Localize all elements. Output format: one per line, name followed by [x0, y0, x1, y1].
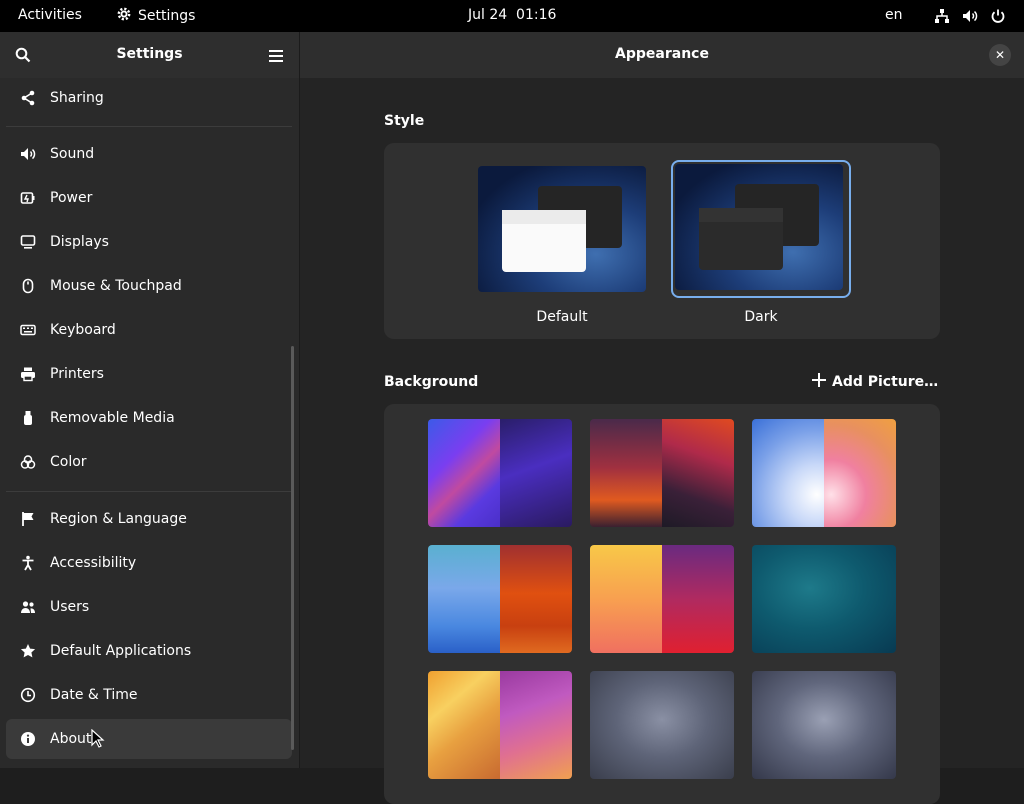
system-tray[interactable] [934, 8, 1006, 24]
close-icon: ✕ [994, 48, 1006, 62]
keyboard-icon [20, 322, 36, 338]
wallpaper-thumbnail[interactable] [590, 671, 734, 779]
add-picture-label: Add Picture… [832, 374, 939, 390]
power-icon [990, 8, 1006, 24]
wallpaper-thumbnail[interactable] [752, 671, 896, 779]
style-option-label: Dark [744, 309, 778, 325]
window-preview [502, 210, 586, 272]
network-icon [934, 8, 950, 24]
style-option-dark[interactable] [675, 164, 843, 290]
mouse-icon [20, 278, 36, 294]
sidebar-header: Settings [0, 32, 299, 78]
background-section-label: Background [384, 374, 479, 390]
window-preview [699, 208, 783, 270]
style-panel [384, 143, 940, 339]
style-option-label: Default [536, 309, 588, 325]
sidebar-scrollbar[interactable] [291, 346, 294, 750]
style-section-label: Style [384, 113, 425, 129]
sidebar-item-label: Mouse & Touchpad [50, 278, 182, 294]
sidebar-item-mouse-touchpad[interactable]: Mouse & Touchpad [6, 266, 292, 306]
color-icon [20, 454, 36, 470]
sidebar-item-users[interactable]: Users [6, 587, 292, 627]
main-panel: Appearance ✕ Style Default Dark Backgrou… [300, 32, 1024, 804]
sidebar-item-label: Power [50, 190, 93, 206]
star-icon [20, 643, 36, 659]
language-indicator[interactable]: en [885, 7, 903, 23]
wallpaper-thumbnail[interactable] [590, 545, 734, 653]
sidebar-item-removable-media[interactable]: Removable Media [6, 398, 292, 438]
sidebar-item-region-language[interactable]: Region & Language [6, 499, 292, 539]
wallpaper-thumbnail[interactable] [752, 419, 896, 527]
activities-button[interactable]: Activities [18, 7, 82, 23]
sidebar-item-label: Color [50, 454, 87, 470]
clock[interactable]: Jul 24 01:16 [468, 7, 556, 23]
display-icon [20, 234, 36, 250]
sidebar-item-sharing[interactable]: Sharing [6, 78, 292, 118]
sidebar-item-printers[interactable]: Printers [6, 354, 292, 394]
users-icon [20, 599, 36, 615]
sidebar-item-label: Default Applications [50, 643, 192, 659]
main-header: Appearance ✕ [300, 32, 1024, 78]
sidebar: Settings Sharing Sound Power Displays Mo… [0, 32, 300, 768]
app-menu[interactable]: Settings [116, 6, 195, 26]
share-icon [20, 90, 36, 106]
sidebar-item-label: Printers [50, 366, 104, 382]
sidebar-item-accessibility[interactable]: Accessibility [6, 543, 292, 583]
wallpaper-thumbnail[interactable] [428, 545, 572, 653]
sidebar-item-label: Date & Time [50, 687, 138, 703]
top-bar: Activities Settings Jul 24 01:16 en [0, 0, 1024, 32]
hamburger-menu-icon[interactable] [268, 48, 284, 67]
mouse-cursor-icon [91, 729, 105, 748]
sidebar-item-sound[interactable]: Sound [6, 134, 292, 174]
close-button[interactable]: ✕ [989, 44, 1011, 66]
add-picture-button[interactable]: Add Picture… [812, 373, 938, 391]
wallpaper-thumbnail[interactable] [590, 419, 734, 527]
sidebar-item-power[interactable]: Power [6, 178, 292, 218]
sidebar-item-about[interactable]: About [6, 719, 292, 759]
sidebar-item-label: Sound [50, 146, 95, 162]
background-panel [384, 404, 940, 804]
sidebar-item-label: Region & Language [50, 511, 187, 527]
plus-icon [812, 373, 826, 391]
sidebar-divider [6, 491, 292, 492]
battery-icon [20, 190, 36, 206]
sidebar-item-label: Keyboard [50, 322, 116, 338]
sidebar-title: Settings [116, 46, 183, 62]
sidebar-item-default-applications[interactable]: Default Applications [6, 631, 292, 671]
style-option-default[interactable] [478, 166, 646, 292]
usb-icon [20, 410, 36, 426]
flag-icon [20, 511, 36, 527]
sidebar-item-keyboard[interactable]: Keyboard [6, 310, 292, 350]
app-name: Settings [138, 8, 196, 24]
sidebar-item-label: Users [50, 599, 90, 615]
sidebar-item-label: Displays [50, 234, 109, 250]
printer-icon [20, 366, 36, 382]
gear-icon [116, 6, 132, 26]
wallpaper-thumbnail[interactable] [752, 545, 896, 653]
wallpaper-thumbnail[interactable] [428, 419, 572, 527]
sidebar-divider [6, 126, 292, 127]
sidebar-item-label: Removable Media [50, 410, 175, 426]
speaker-icon [20, 146, 36, 162]
sidebar-item-label: About [50, 731, 92, 747]
sidebar-item-label: Accessibility [50, 555, 137, 571]
info-icon [20, 731, 36, 747]
sidebar-item-color[interactable]: Color [6, 442, 292, 482]
volume-icon [962, 8, 978, 24]
sidebar-item-date-time[interactable]: Date & Time [6, 675, 292, 715]
page-title: Appearance [615, 46, 709, 62]
wallpaper-thumbnail[interactable] [428, 671, 572, 779]
sidebar-item-displays[interactable]: Displays [6, 222, 292, 262]
clock-icon [20, 687, 36, 703]
accessibility-icon [20, 555, 36, 571]
sidebar-item-label: Sharing [50, 90, 104, 106]
